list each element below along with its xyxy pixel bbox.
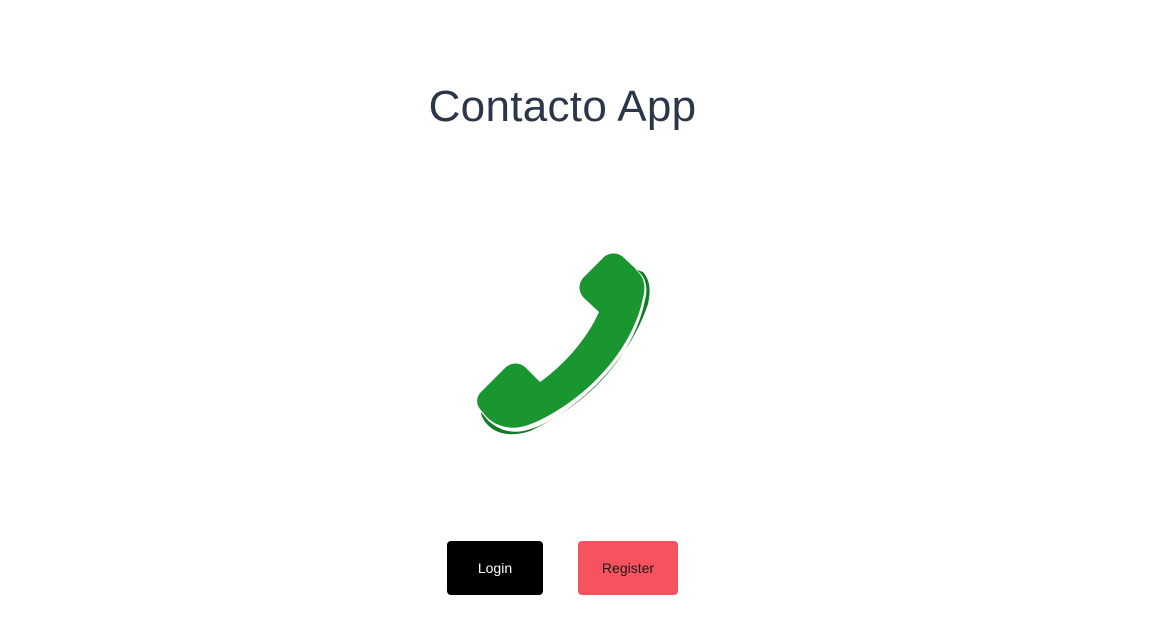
register-button[interactable]: Register — [578, 541, 678, 595]
landing-page: Contacto App Login Register — [0, 0, 1157, 638]
login-button[interactable]: Login — [447, 541, 543, 595]
page-title: Contacto App — [428, 82, 697, 131]
phone-icon — [472, 246, 658, 438]
